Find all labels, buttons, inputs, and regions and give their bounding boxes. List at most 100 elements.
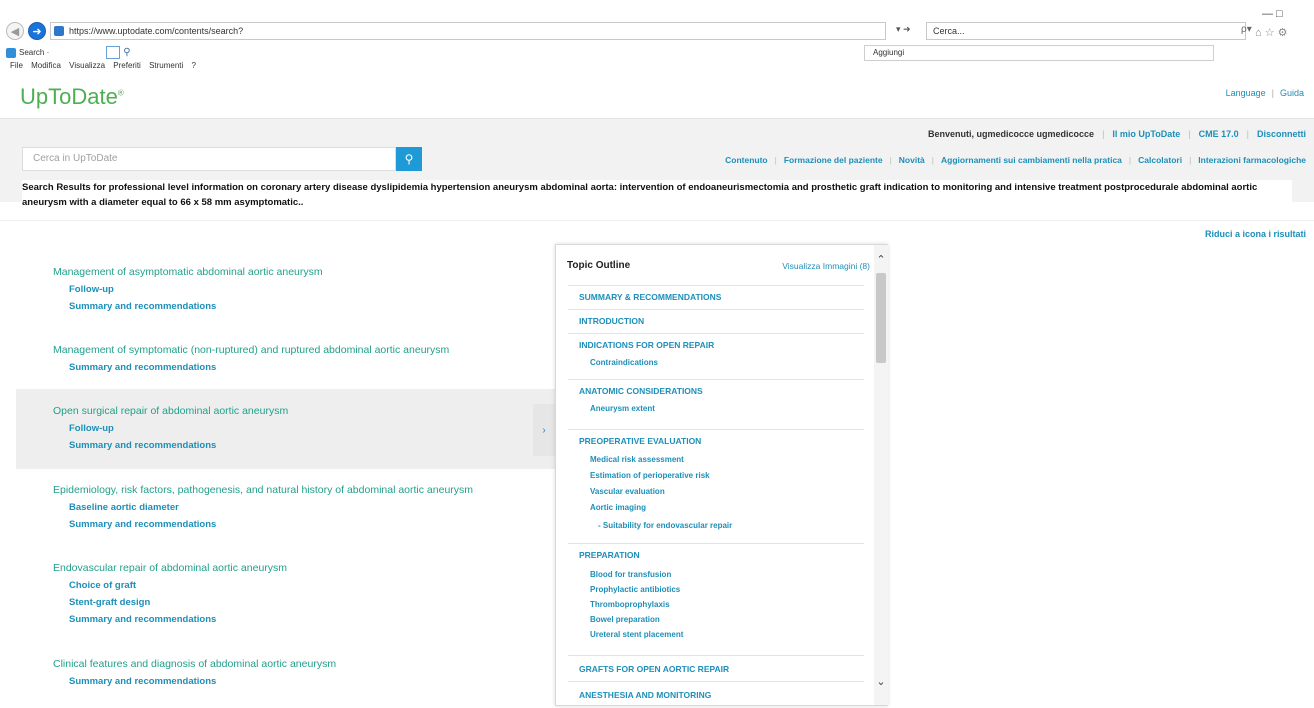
add-favorite-field[interactable]: Aggiungi [864,45,1214,61]
result-title-link[interactable]: Management of asymptomatic abdominal aor… [53,266,556,278]
menu-file[interactable]: File [10,61,23,70]
language-link[interactable]: Language [1226,88,1266,98]
divider: | [1188,129,1191,139]
my-uptodate-link[interactable]: Il mio UpToDate [1112,129,1180,139]
logo-registered-mark: ® [117,88,124,98]
toolbar-search-icon[interactable]: ⚲ [123,47,130,58]
outline-section-link[interactable]: PREPARATION [579,550,640,560]
chevron-up-icon[interactable]: ⌃ [874,253,888,266]
result-title-link[interactable]: Open surgical repair of abdominal aortic… [53,405,556,417]
outline-item-link[interactable]: Contraindications [590,358,658,367]
result-item: Management of symptomatic (non-ruptured)… [16,344,556,373]
view-images-link[interactable]: Visualizza Immagini (8) [782,261,870,271]
nav-calculators[interactable]: Calcolatori [1138,155,1182,165]
header-links: Language | Guida [1226,88,1304,98]
topic-outline-panel: Topic Outline Visualizza Immagini (8) SU… [555,244,888,706]
outline-section-link[interactable]: INDICATIONS FOR OPEN REPAIR [579,340,714,350]
result-subsection-link[interactable]: Baseline aortic diameter [69,502,556,513]
browser-search-field[interactable]: Cerca... [926,22,1246,40]
outline-item-link[interactable]: Medical risk assessment [590,455,684,464]
cme-link[interactable]: CME 17.0 [1199,129,1239,139]
logo-text: UpToDate [20,84,118,109]
address-bar[interactable]: https://www.uptodate.com/contents/search… [50,22,886,40]
back-arrow-icon[interactable]: ◀ [6,22,24,40]
outline-item-link[interactable]: Bowel preparation [590,615,660,624]
result-item: Clinical features and diagnosis of abdom… [16,658,556,687]
outline-item-link[interactable]: Estimation of perioperative risk [590,471,710,480]
uptodate-search-input[interactable]: Cerca in UpToDate [22,147,396,171]
outline-item-link[interactable]: Blood for transfusion [590,570,671,579]
outline-section-link[interactable]: ANESTHESIA AND MONITORING [579,690,711,700]
nav-patient-education[interactable]: Formazione del paziente [784,155,883,165]
result-subsection-link[interactable]: Follow-up [69,423,556,434]
nav-practice-changing-updates[interactable]: Aggiornamenti sui cambiamenti nella prat… [941,155,1122,165]
result-subsection-link[interactable]: Summary and recommendations [69,519,556,530]
result-item: Management of asymptomatic abdominal aor… [16,266,556,312]
outline-section-link[interactable]: ANATOMIC CONSIDERATIONS [579,386,703,396]
uptodate-logo[interactable]: UpToDate® [20,84,124,110]
divider: | [774,155,777,165]
result-subsection-link[interactable]: Summary and recommendations [69,614,556,625]
outline-item-link[interactable]: Ureteral stent placement [590,630,683,639]
menu-view[interactable]: Visualizza [69,61,105,70]
outline-section: PREPARATION Blood for transfusion Prophy… [568,543,864,639]
scrollbar-thumb[interactable] [876,273,886,363]
result-subsection-link[interactable]: Choice of graft [69,580,556,591]
result-title-link[interactable]: Management of symptomatic (non-ruptured)… [53,344,556,356]
outline-item-link[interactable]: Aneurysm extent [590,404,655,413]
nav-contents[interactable]: Contenuto [725,155,768,165]
search-toolbar[interactable]: Search · ⚲ [6,46,131,59]
outline-section: PREOPERATIVE EVALUATION Medical risk ass… [568,429,864,530]
outline-header: Topic Outline Visualizza Immagini (8) [556,245,874,285]
toolbar-icons[interactable]: ⌂ ☆ ⚙ [1255,26,1287,39]
menu-favorites[interactable]: Preferiti [113,61,141,70]
outline-item-link[interactable]: Aortic imaging [590,503,646,512]
outline-item-link[interactable]: - Suitability for endovascular repair [598,521,732,530]
browser-search-icon[interactable]: ρ▾ [1241,24,1252,35]
divider: | [1128,155,1132,165]
divider: | [1271,88,1274,98]
result-subsection-link[interactable]: Follow-up [69,284,556,295]
minimize-results-link[interactable]: Riduci a icona i risultati [1205,229,1306,239]
menu-tools[interactable]: Strumenti [149,61,183,70]
outline-section: GRAFTS FOR OPEN AORTIC REPAIR [568,655,864,674]
search-icon: ⚲ [404,152,414,166]
guide-link[interactable]: Guida [1280,88,1304,98]
outline-section-link[interactable]: SUMMARY & RECOMMENDATIONS [579,292,721,302]
result-title-link[interactable]: Endovascular repair of abdominal aortic … [53,562,556,574]
user-bar: Benvenuti, ugmedicocce ugmedicocce | Il mi… [928,129,1306,139]
outline-section-link[interactable]: PREOPERATIVE EVALUATION [579,436,701,446]
result-subsection-link[interactable]: Summary and recommendations [69,301,556,312]
toolbar-box-icon[interactable] [106,46,121,59]
favicon-icon [54,26,64,36]
collapse-outline-button[interactable]: › [533,404,555,456]
chevron-down-icon[interactable]: ⌄ [874,675,888,688]
result-title-link[interactable]: Epidemiology, risk factors, pathogenesis… [53,484,556,496]
welcome-text: Benvenuti, ugmedicocce ugmedicocce [928,129,1095,139]
result-subsection-link[interactable]: Summary and recommendations [69,362,556,373]
outline-section-link[interactable]: GRAFTS FOR OPEN AORTIC REPAIR [579,664,729,674]
result-title-link[interactable]: Clinical features and diagnosis of abdom… [53,658,556,670]
outline-section-link[interactable]: INTRODUCTION [579,316,644,326]
nav-drug-interactions[interactable]: Interazioni farmacologiche [1198,155,1306,165]
outline-scrollbar[interactable]: ⌃ ⌄ [874,245,888,705]
search-toolbar-label: Search · [19,48,50,57]
nav-whats-new[interactable]: Novità [899,155,925,165]
outline-item-link[interactable]: Prophylactic antibiotics [590,585,680,594]
outline-item-link[interactable]: Vascular evaluation [590,487,665,496]
outline-item-link[interactable]: Thromboprophylaxis [590,600,670,609]
search-results-heading: Search Results for professional level in… [22,180,1292,210]
outline-section: ANESTHESIA AND MONITORING [568,681,864,700]
address-dropdown-refresh-icons[interactable]: ▾ ➜ [896,24,911,35]
result-subsection-link[interactable]: Summary and recommendations [69,676,556,687]
result-subsection-link[interactable]: Summary and recommendations [69,440,556,451]
menu-edit[interactable]: Modifica [31,61,61,70]
divider: | [889,155,892,165]
result-subsection-link[interactable]: Stent-graft design [69,597,556,608]
outline-list: SUMMARY & RECOMMENDATIONS INTRODUCTION I… [556,285,874,705]
forward-arrow-icon[interactable]: ➜ [28,22,46,40]
window-controls[interactable]: — □ [1262,8,1283,20]
search-button[interactable]: ⚲ [396,147,422,171]
menu-help[interactable]: ? [192,61,196,70]
logout-link[interactable]: Disconnetti [1257,129,1306,139]
